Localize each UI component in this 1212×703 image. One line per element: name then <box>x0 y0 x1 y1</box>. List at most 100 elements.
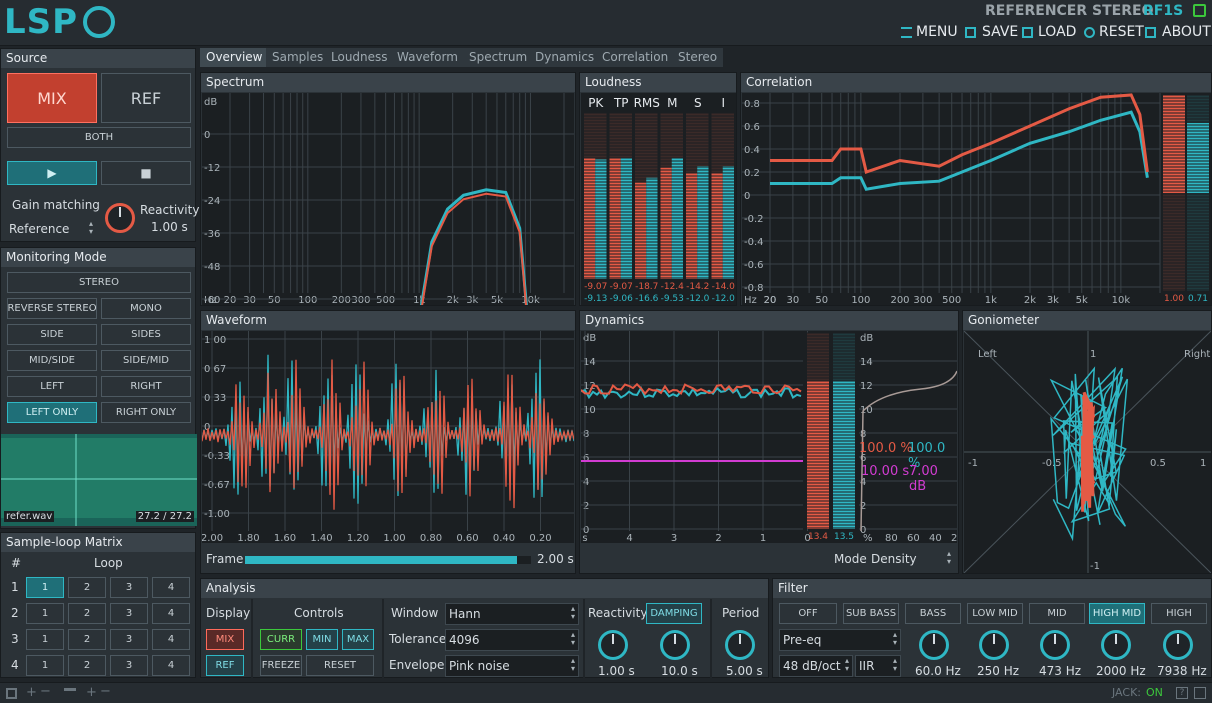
tab-samples[interactable]: Samples <box>266 48 330 67</box>
tab-spectrum[interactable]: Spectrum <box>463 48 534 67</box>
left-button[interactable]: LEFT <box>7 376 97 397</box>
mono-button[interactable]: MONO <box>101 298 191 319</box>
both-button[interactable]: BOTH <box>7 127 191 148</box>
help-icon[interactable]: ? <box>1176 687 1188 699</box>
loop-cell[interactable]: 4 <box>152 629 190 650</box>
tolerance-select[interactable]: 4096 <box>445 629 579 651</box>
loop-cell[interactable]: 3 <box>110 603 148 624</box>
loop-cell[interactable]: 1 <box>26 577 64 598</box>
about-button[interactable]: ABOUT <box>1162 24 1211 40</box>
filter-knob-2[interactable] <box>979 630 1009 660</box>
loop-cell[interactable]: 3 <box>110 629 148 650</box>
reactivity-analysis-knob[interactable] <box>598 630 628 660</box>
filter-knob-4[interactable] <box>1101 630 1131 660</box>
loop-cell[interactable]: 4 <box>152 577 190 598</box>
x-tick-label: 1.60 <box>274 533 296 543</box>
filter-off-button[interactable]: OFF <box>779 603 837 624</box>
filter-knob-3[interactable] <box>1040 630 1070 660</box>
menu-button[interactable]: MENU <box>916 24 958 40</box>
window-select[interactable]: Hann <box>445 603 579 625</box>
loop-cell[interactable]: 3 <box>110 577 148 598</box>
filter-knob-1[interactable] <box>919 630 949 660</box>
loop-cell[interactable]: 4 <box>152 603 190 624</box>
filter-bass-button[interactable]: BASS <box>905 603 961 624</box>
save-button[interactable]: SAVE <box>982 24 1018 40</box>
play-button[interactable]: ▶ <box>7 161 97 185</box>
damping-button[interactable]: DAMPING <box>646 603 702 624</box>
display-ref-button[interactable]: REF <box>206 655 244 676</box>
tab-stereo[interactable]: Stereo <box>672 48 724 67</box>
min-button[interactable]: MIN <box>306 629 338 650</box>
left-only-button[interactable]: LEFT ONLY <box>7 402 97 423</box>
filter-type-select[interactable]: IIR <box>855 655 901 677</box>
window-label: Window <box>391 606 439 620</box>
filter-mid-button[interactable]: MID <box>1029 603 1085 624</box>
spectrum-graph[interactable]: Hz 20 30 50 100 200 300 500 1k 2k 3k 5k 10k dB 0 -12 -24… <box>202 93 574 305</box>
reset-button[interactable]: RESET <box>1099 24 1144 40</box>
file-waveform-preview[interactable]: refer.wav 27.2 / 27.2 <box>1 434 197 526</box>
dynamics-graph[interactable]: dB 14 12 10 8 6 4 2 0 s 4 3 2 1 0 13.4 13.5 dB 14 12 10 8 6 4 2 0… <box>581 331 957 543</box>
sides-button[interactable]: SIDES <box>101 324 191 345</box>
dynamics-svg: dB14121086420s 4 3 2 1 013.4 13.5dB14121086420… <box>581 331 957 543</box>
window-icon[interactable] <box>6 688 17 699</box>
right-only-button[interactable]: RIGHT ONLY <box>101 402 191 423</box>
load-button[interactable]: LOAD <box>1038 24 1076 40</box>
filter-position-select[interactable]: Pre-eq <box>779 629 901 651</box>
gain-matching-select[interactable]: Reference <box>6 219 96 241</box>
ref-meter-bar <box>646 177 658 279</box>
waveform-graph[interactable]: 1.00 0.67 0.33 0 -0.33 -0.67 -1.00 2.00 1.80 1.60… <box>202 331 574 543</box>
expand-icon[interactable] <box>1194 687 1206 699</box>
font-minus-icon[interactable]: − <box>100 684 111 699</box>
period-knob[interactable] <box>725 630 755 660</box>
loop-cell[interactable]: 2 <box>68 603 106 624</box>
loop-cell[interactable]: 1 <box>26 655 64 676</box>
right-x-tick-label: 60 <box>907 533 920 543</box>
tab-correlation[interactable]: Correlation <box>596 48 675 67</box>
reactivity-knob[interactable] <box>105 203 135 233</box>
filter-high-button[interactable]: HIGH <box>1151 603 1207 624</box>
stop-button[interactable]: ■ <box>101 161 191 185</box>
loop-cell[interactable]: 4 <box>152 655 190 676</box>
y-tick-label: -24 <box>204 196 220 207</box>
mode-select[interactable]: Density <box>868 549 954 571</box>
freeze-button[interactable]: FREEZE <box>260 655 302 676</box>
font-plus-icon[interactable]: + <box>86 685 97 700</box>
side-button[interactable]: SIDE <box>7 324 97 345</box>
max-button[interactable]: MAX <box>342 629 374 650</box>
font-icon[interactable] <box>64 688 76 699</box>
mix-button[interactable]: MIX <box>7 73 97 123</box>
tab-overview[interactable]: Overview <box>200 48 269 67</box>
curr-button[interactable]: CURR <box>260 629 302 650</box>
stereo-button[interactable]: STEREO <box>7 272 191 293</box>
loop-cell[interactable]: 3 <box>110 655 148 676</box>
filter-knob-5[interactable] <box>1163 630 1193 660</box>
filter-sub-bass-button[interactable]: SUB BASS <box>843 603 899 624</box>
filter-low-mid-button[interactable]: LOW MID <box>967 603 1023 624</box>
dynamics-title: Dynamics <box>580 311 958 330</box>
analysis-reset-button[interactable]: RESET <box>306 655 374 676</box>
zoom-out-icon[interactable]: − <box>40 684 51 699</box>
tab-loudness[interactable]: Loudness <box>325 48 394 67</box>
mid-side-button[interactable]: MID/SIDE <box>7 350 97 371</box>
filter-slope-select[interactable]: 48 dB/oct <box>779 655 853 677</box>
ref-button[interactable]: REF <box>101 73 191 123</box>
loop-cell[interactable]: 1 <box>26 603 64 624</box>
side-mid-button[interactable]: SIDE/MID <box>101 350 191 371</box>
reverse-stereo-button[interactable]: REVERSE STEREO <box>7 298 97 319</box>
display-mix-button[interactable]: MIX <box>206 629 244 650</box>
envelope-select[interactable]: Pink noise <box>445 655 579 677</box>
y-tick-label: 0.2 <box>744 168 760 179</box>
loop-cell[interactable]: 2 <box>68 655 106 676</box>
frame-slider[interactable] <box>245 556 531 564</box>
power-icon[interactable] <box>1193 4 1206 17</box>
loop-cell[interactable]: 2 <box>68 577 106 598</box>
correlation-graph[interactable]: Hz 20 30 50 100 200 300 500 1k 2k 3k 5k 10k 20 0.8 0.6 0… <box>742 93 1211 305</box>
loop-cell[interactable]: 1 <box>26 629 64 650</box>
filter-high-mid-button[interactable]: HIGH MID <box>1089 603 1145 624</box>
right-button[interactable]: RIGHT <box>101 376 191 397</box>
zoom-in-icon[interactable]: + <box>26 685 37 700</box>
tab-waveform[interactable]: Waveform <box>391 48 464 67</box>
tab-dynamics[interactable]: Dynamics <box>529 48 601 67</box>
loop-cell[interactable]: 2 <box>68 629 106 650</box>
damping-knob[interactable] <box>660 630 690 660</box>
